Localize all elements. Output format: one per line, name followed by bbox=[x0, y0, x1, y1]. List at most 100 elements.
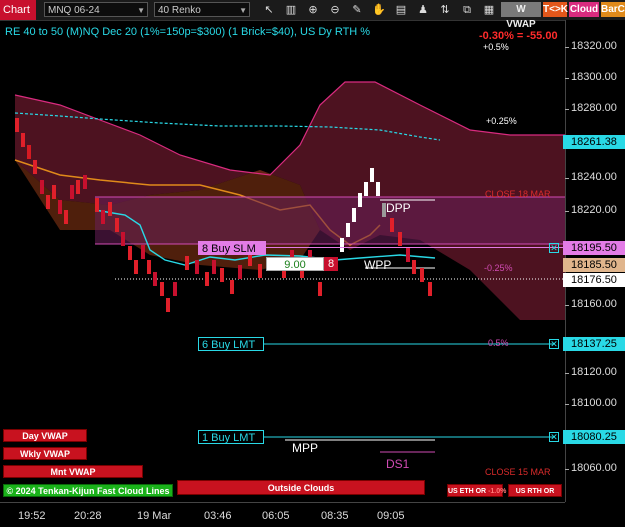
buy-slm-order-line bbox=[266, 247, 563, 248]
order-quantity-price[interactable]: 9.00 bbox=[266, 257, 324, 271]
renko-brick bbox=[52, 185, 56, 199]
renko-brick bbox=[40, 180, 44, 194]
price-tick: 18240.00 bbox=[565, 171, 617, 183]
time-axis-label: 09:05 bbox=[377, 510, 405, 522]
price-tick: 18060.00 bbox=[565, 462, 617, 474]
renko-brick bbox=[340, 238, 344, 252]
renko-brick bbox=[46, 195, 50, 209]
share-icon[interactable]: ⧉ bbox=[460, 3, 474, 17]
renko-brick bbox=[108, 202, 112, 216]
outside-clouds-button[interactable]: Outside Clouds bbox=[177, 480, 425, 495]
time-axis-label: 19:52 bbox=[18, 510, 46, 522]
renko-brick bbox=[21, 133, 25, 147]
pivot-label-mpp: MPP bbox=[292, 441, 319, 455]
window-linking-icon[interactable]: ▦ bbox=[482, 3, 496, 17]
properties-icon[interactable]: ▤ bbox=[394, 3, 408, 17]
instrument-selector[interactable]: MNQ 06-24 ▼ bbox=[44, 2, 148, 17]
cancel-buy-slm-icon[interactable]: ✕ bbox=[549, 243, 559, 253]
level-label-minus-025: -0.25% bbox=[484, 263, 513, 273]
renko-brick bbox=[364, 182, 368, 196]
cursor-icon[interactable]: ↖ bbox=[262, 3, 276, 17]
strategy-icon[interactable]: ♟ bbox=[416, 3, 430, 17]
renko-brick bbox=[153, 272, 157, 286]
time-axis-label: 08:35 bbox=[321, 510, 349, 522]
percent-change: -0.30% = -55.00 bbox=[479, 30, 558, 42]
time-axis-label: 20:28 bbox=[74, 510, 102, 522]
draw-icon[interactable]: ✎ bbox=[350, 3, 364, 17]
zoom-out-icon[interactable]: ⊖ bbox=[328, 3, 342, 17]
level-label-05: 0.5% bbox=[488, 338, 509, 348]
price-box-buy-slm: 18195.50 bbox=[563, 241, 625, 255]
renko-brick bbox=[352, 208, 356, 222]
renko-brick bbox=[346, 223, 350, 237]
price-tick: 18300.00 bbox=[565, 71, 617, 83]
price-tick: 18220.00 bbox=[565, 204, 617, 216]
price-tick: 18100.00 bbox=[565, 397, 617, 409]
renko-brick bbox=[64, 210, 68, 224]
barcolor-toggle-button[interactable]: BarCo bbox=[601, 2, 625, 17]
renko-brick bbox=[358, 193, 362, 207]
time-axis-label: 19 Mar bbox=[137, 510, 172, 522]
buy-slm-order[interactable]: 8 Buy SLM bbox=[198, 241, 266, 255]
pivot-label-ds1: DS1 bbox=[386, 457, 410, 471]
trade-icon[interactable]: ⇅ bbox=[438, 3, 452, 17]
renko-brick bbox=[70, 185, 74, 199]
price-box-vwap: 18261.38 bbox=[563, 135, 625, 149]
renko-brick bbox=[376, 182, 380, 196]
renko-brick bbox=[428, 282, 432, 296]
day-vwap-button[interactable]: Day VWAP bbox=[3, 429, 87, 442]
renko-brick bbox=[58, 200, 62, 214]
renko-brick bbox=[195, 260, 199, 274]
renko-brick bbox=[390, 218, 394, 232]
cloud-toggle-button[interactable]: Cloud bbox=[569, 2, 599, 17]
close-18-mar-zone bbox=[95, 197, 565, 244]
order-quantity[interactable]: 8 bbox=[324, 257, 338, 271]
pivot-label-dpp: DPP bbox=[386, 201, 411, 215]
renko-brick bbox=[115, 218, 119, 232]
renko-brick bbox=[220, 268, 224, 282]
copyright-label: © 2024 bbox=[6, 486, 36, 496]
price-tick: 18280.00 bbox=[565, 102, 617, 114]
renko-brick bbox=[147, 260, 151, 274]
renko-brick bbox=[95, 198, 99, 212]
renko-brick bbox=[121, 232, 125, 246]
time-axis-border bbox=[0, 502, 565, 503]
renko-brick bbox=[27, 145, 31, 159]
renko-brick bbox=[128, 246, 132, 260]
tenkan-kijun-button[interactable]: © 2024 Tenkan-Kijun Fast Cloud Lines bbox=[3, 484, 173, 497]
cancel-buy-lmt-1-icon[interactable]: ✕ bbox=[549, 432, 559, 442]
price-box-kijun: 18185.50 bbox=[563, 258, 625, 272]
time-axis-label: 03:46 bbox=[204, 510, 232, 522]
us-rth-or-button[interactable]: US RTH OR bbox=[508, 484, 562, 497]
bar-type-selector[interactable]: 40 Renko ▼ bbox=[154, 2, 250, 17]
zoom-in-icon[interactable]: ⊕ bbox=[306, 3, 320, 17]
renko-brick bbox=[141, 245, 145, 259]
bar-type-icon[interactable]: ▥ bbox=[284, 3, 298, 17]
renko-brick bbox=[33, 160, 37, 174]
renko-brick bbox=[212, 260, 216, 274]
wvwap-toggle-button[interactable]: W VWAP bbox=[501, 2, 541, 30]
renko-brick bbox=[205, 272, 209, 286]
level-label-plus-05: +0.5% bbox=[483, 42, 509, 52]
tenkan-kijun-label: Tenkan-Kijun Fast Cloud Lines bbox=[38, 486, 170, 496]
us-eth-or-button[interactable]: US ETH OR -1.0% bbox=[447, 484, 506, 497]
instrument-label: MNQ 06-24 bbox=[48, 5, 100, 16]
renko-brick bbox=[258, 264, 262, 278]
renko-brick bbox=[420, 268, 424, 282]
chart-tab[interactable]: Chart bbox=[0, 0, 36, 20]
hand-icon[interactable]: ✋ bbox=[372, 3, 386, 17]
price-box-buy-lmt-6: 18137.25 bbox=[563, 337, 625, 351]
mnt-vwap-button[interactable]: Mnt VWAP bbox=[3, 465, 143, 478]
tenkan-kijun-toggle-button[interactable]: T<>K bbox=[543, 2, 568, 17]
price-box-last: 18176.50 bbox=[563, 273, 625, 287]
renko-brick bbox=[166, 298, 170, 312]
renko-brick bbox=[173, 282, 177, 296]
cancel-buy-lmt-6-icon[interactable]: ✕ bbox=[549, 339, 559, 349]
price-tick: 18320.00 bbox=[565, 40, 617, 52]
renko-brick bbox=[406, 248, 410, 262]
buy-lmt-order-1[interactable]: 1 Buy LMT bbox=[198, 430, 264, 444]
renko-brick bbox=[230, 280, 234, 294]
chart-title: RE 40 to 50 (M)NQ Dec 20 (1%=150p=$300) … bbox=[5, 26, 371, 38]
buy-lmt-order-6[interactable]: 6 Buy LMT bbox=[198, 337, 264, 351]
wkly-vwap-button[interactable]: Wkly VWAP bbox=[3, 447, 87, 460]
